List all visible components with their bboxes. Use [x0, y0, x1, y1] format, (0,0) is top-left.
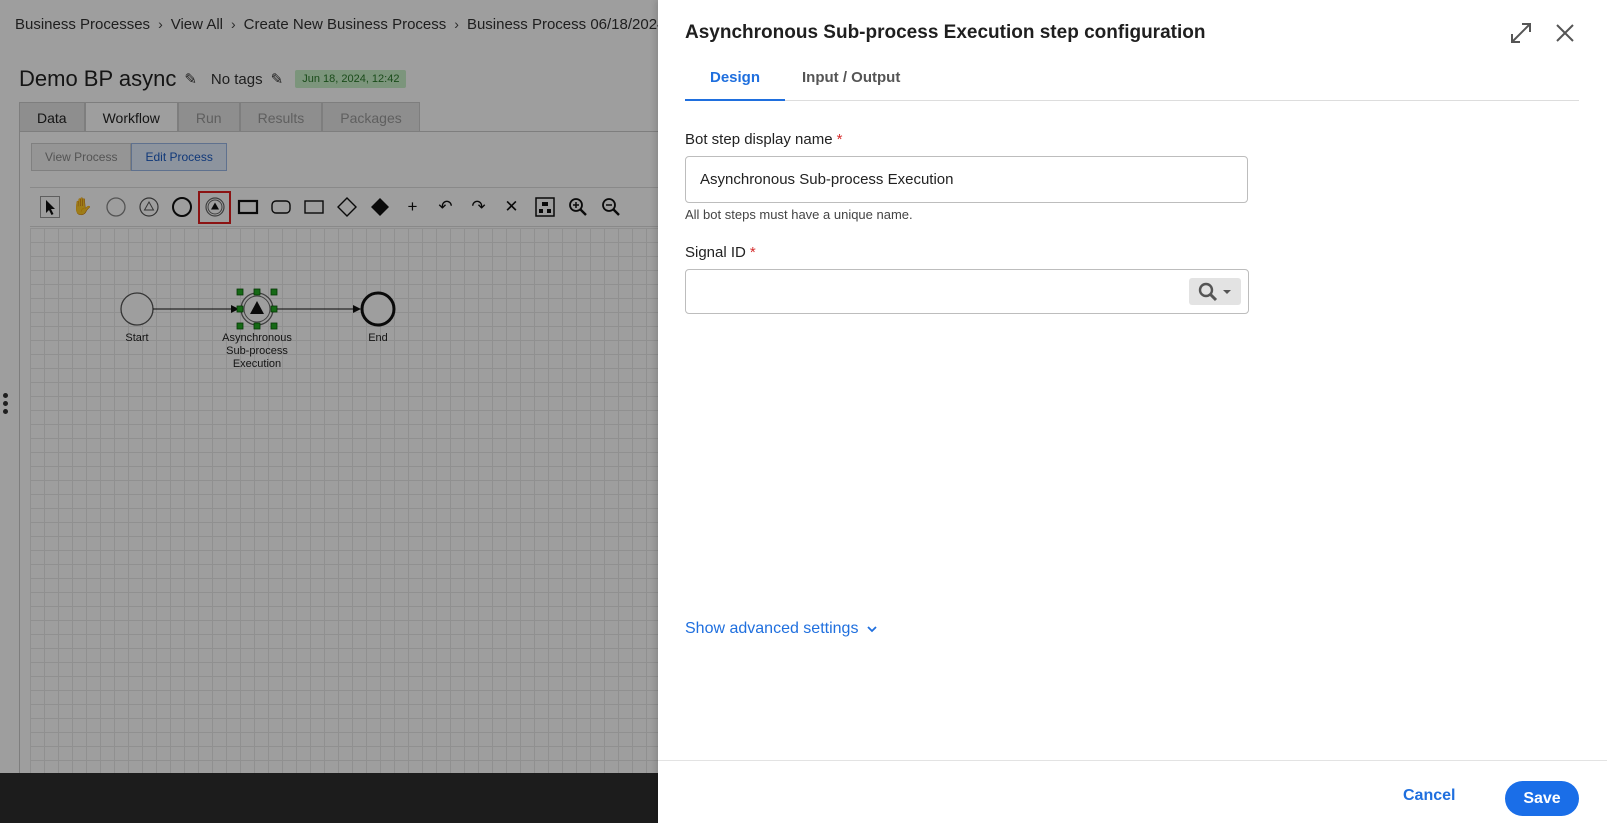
name-label-text: Bot step display name — [685, 131, 833, 148]
signal-label-text: Signal ID — [685, 244, 746, 261]
panel-tabs: Design Input / Output — [685, 63, 1579, 101]
modal-backdrop[interactable] — [0, 0, 658, 823]
name-field-label: Bot step display name * — [685, 131, 842, 148]
save-button[interactable]: Save — [1505, 781, 1579, 816]
name-help-text: All bot steps must have a unique name. — [685, 207, 913, 222]
expand-icon[interactable] — [1508, 20, 1534, 46]
tab-input-output[interactable]: Input / Output — [785, 63, 917, 101]
signal-field-label: Signal ID * — [685, 244, 756, 261]
tab-design[interactable]: Design — [685, 63, 786, 101]
required-mark: * — [749, 244, 756, 261]
panel-footer: Cancel Save — [658, 760, 1607, 823]
lookup-button[interactable] — [1189, 278, 1241, 305]
cancel-button[interactable]: Cancel — [1403, 779, 1455, 813]
step-config-panel: Asynchronous Sub-process Execution step … — [658, 0, 1607, 823]
chevron-down-icon — [867, 626, 878, 633]
required-mark: * — [836, 131, 843, 148]
advanced-settings-toggle[interactable]: Show advanced settings — [685, 620, 878, 638]
panel-title: Asynchronous Sub-process Execution step … — [685, 22, 1206, 43]
signal-id-input[interactable] — [685, 269, 1249, 314]
advanced-settings-label: Show advanced settings — [685, 620, 859, 637]
close-icon[interactable] — [1554, 22, 1576, 44]
search-icon — [1198, 282, 1231, 301]
step-name-input[interactable]: Asynchronous Sub-process Execution — [685, 156, 1248, 203]
